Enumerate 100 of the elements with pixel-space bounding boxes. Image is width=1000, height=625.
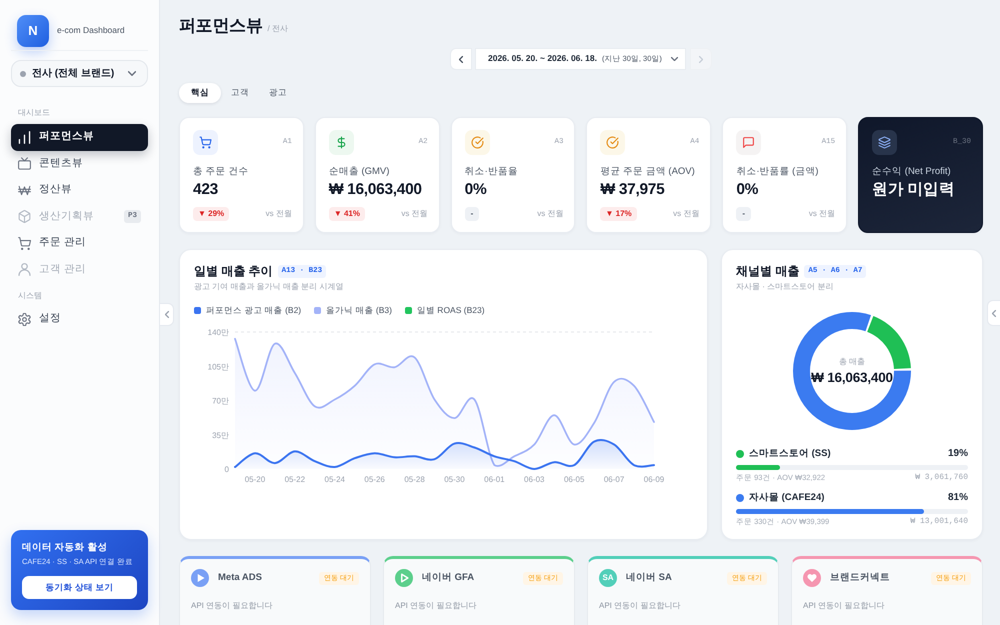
monogram-avatar: SA (599, 569, 617, 587)
user-icon (18, 263, 31, 276)
channel-name: 자사몰 (CAFE24) (749, 492, 824, 504)
integration-name: 네이버 SA (626, 572, 672, 584)
panel-subtitle: 자사몰 · 스마트스토어 분리 (736, 281, 834, 292)
nav-item[interactable]: 주문 관리 (11, 230, 148, 256)
axis-label: 06-01 (484, 475, 505, 484)
comparison-label: vs 전월 (401, 208, 428, 220)
kpi-value: 원가 미입력 (872, 180, 956, 200)
section-label: 시스템 (17, 290, 43, 302)
kpi-label: 순수익 (Net Profit) (872, 166, 952, 177)
settings-icon (18, 312, 31, 326)
chevron-down-icon (670, 57, 678, 61)
cube-icon (18, 210, 31, 224)
sync-status-button[interactable]: 동기화 상태 보기 (22, 576, 137, 599)
axis-label: 05-30 (444, 475, 465, 484)
axis-label: 06-05 (564, 475, 584, 484)
panel-subtitle: 광고 기여 매출과 올가닉 매출 분리 시계열 (194, 281, 344, 292)
page-title: 퍼포먼스뷰 (179, 15, 263, 37)
nav-item[interactable]: 설정 (11, 306, 148, 332)
integration-message: API 연동이 필요합니다 (191, 601, 274, 611)
panel-title: 일별 매출 추이 (194, 264, 273, 278)
bar-chart-icon (18, 130, 31, 144)
axis-label: 06-09 (644, 475, 664, 484)
axis-label: 140만 (208, 328, 229, 337)
kpi-label: 총 주문 건수 (193, 166, 250, 177)
status-dot-icon (20, 70, 26, 76)
channel-name: 스마트스토어 (SS) (749, 448, 831, 460)
kpi-value: 0% (464, 180, 488, 200)
speech-bubble-icon (736, 130, 762, 155)
brand-selector[interactable]: 전사 (전체 브랜드) (11, 60, 148, 87)
tab[interactable]: 고객 (221, 83, 259, 103)
axis-label: 05-22 (284, 475, 306, 484)
kpi-value: 423 (193, 180, 219, 200)
channel-amount: ₩ 13,001,640 (910, 517, 968, 527)
tv-icon (18, 157, 31, 170)
tab[interactable]: 핵심 (179, 83, 221, 103)
kpi-value: ₩ 16,063,400 (328, 180, 423, 200)
kpi-label: 평균 주문 금액 (AOV) (600, 166, 696, 177)
cart-icon (18, 236, 31, 250)
axis-label: 105만 (208, 362, 229, 372)
comparison-label: vs 전월 (537, 208, 564, 220)
nav-item[interactable]: 퍼포먼스뷰 (11, 124, 148, 150)
axis-label: 06-07 (604, 475, 624, 484)
channel-share: 81% (948, 492, 968, 504)
axis-label: 05-26 (364, 475, 385, 484)
axis-label: 05-20 (244, 475, 266, 484)
integration-message: API 연동이 필요합니다 (395, 601, 478, 611)
comparison-label: vs 전월 (266, 208, 292, 220)
change-badge: - (464, 207, 480, 221)
integration-message: API 연동이 필요합니다 (803, 601, 886, 611)
app-name: e-com Dashboard (57, 25, 125, 37)
axis-label: 05-28 (404, 475, 425, 484)
cart-icon (193, 130, 218, 155)
kpi-label: 순매출 (GMV) (328, 166, 390, 177)
app-logo: N (17, 15, 49, 47)
kpi-value: 0% (736, 180, 760, 200)
axis-label: 35만 (212, 430, 229, 440)
panel-toggle-button[interactable] (987, 300, 1000, 326)
previous-button[interactable] (450, 48, 472, 70)
integration-name: 브랜드커넥트 (830, 572, 890, 584)
legend-label: 일별 ROAS (B23) (416, 305, 485, 316)
change-badge: ▼ 29% (193, 207, 230, 221)
panel-title: 데이터 자동화 활성 (22, 542, 108, 554)
legend-label: 올가닉 매출 (B3) (326, 305, 392, 316)
kpi-value: ₩ 37,975 (600, 180, 666, 200)
kpi-label: 취소·반품률 (금액) (736, 166, 820, 177)
channel-amount: ₩ 3,061,760 (915, 473, 968, 483)
channel-share: 19% (948, 448, 968, 460)
nav-item[interactable]: 정산뷰 (11, 177, 148, 204)
won-icon (18, 184, 31, 197)
donut-center-value: ₩ 16,063,400 (811, 368, 893, 386)
axis-label: 06-03 (524, 475, 545, 484)
chevron-down-icon (128, 71, 136, 76)
chevron-right-icon (699, 56, 703, 62)
tab[interactable]: 광고 (259, 83, 297, 103)
chevron-left-icon (992, 310, 996, 316)
layers-icon (872, 130, 898, 155)
breadcrumb: / 전사 (268, 24, 288, 34)
change-badge: - (736, 207, 751, 221)
change-badge: ▼ 17% (600, 207, 637, 221)
comparison-label: vs 전월 (808, 208, 836, 220)
chevron-left-icon (459, 56, 463, 62)
nav-item[interactable]: 콘텐츠뷰 (11, 150, 148, 177)
integration-name: Meta ADS (218, 572, 262, 584)
change-badge: ▼ 41% (328, 207, 365, 221)
axis-label: 05-24 (324, 475, 345, 484)
section-label: 대시보드 (17, 107, 51, 119)
legend-label: 퍼포먼스 광고 매출 (B2) (206, 305, 302, 316)
axis-label: 70만 (212, 396, 229, 406)
comparison-label: vs 전월 (673, 208, 700, 220)
chevron-left-icon (164, 311, 168, 318)
sidebar-toggle-button[interactable] (160, 303, 174, 326)
integration-message: API 연동이 필요합니다 (599, 601, 682, 611)
panel-title: 채널별 매출 (736, 264, 800, 278)
donut-center-label: 총 매출 (838, 356, 866, 366)
integration-name: 네이버 GFA (422, 572, 474, 584)
dollar-icon (328, 130, 354, 155)
kpi-label: 취소·반품율 (464, 166, 519, 177)
axis-label: 0 (224, 465, 229, 474)
